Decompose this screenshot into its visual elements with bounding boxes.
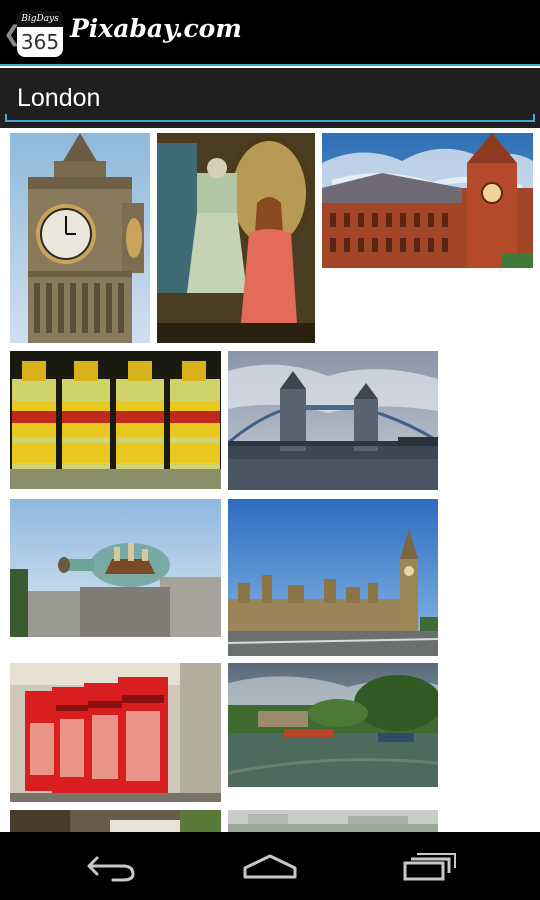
london-street-scene-photo — [10, 810, 221, 832]
red-telephone-boxes-photo — [10, 663, 221, 802]
app-icon-caption: BigDays — [17, 11, 63, 27]
image-thumb-ship-in-bottle[interactable] — [10, 499, 221, 637]
tower-bridge-photo — [228, 351, 438, 490]
app-logo-icon[interactable]: BigDays 365 — [17, 11, 63, 57]
image-thumb-gin-bottles[interactable] — [10, 351, 221, 489]
action-bar: ❮ BigDays 365 Pixabay.com — [0, 0, 540, 66]
canal-with-narrowboats-photo — [228, 663, 438, 787]
image-thumb-landscape[interactable] — [228, 810, 438, 832]
image-thumb-street[interactable] — [10, 810, 221, 832]
st-pancras-station-photo — [322, 133, 533, 268]
recent-apps-button[interactable] — [395, 846, 465, 886]
big-ben-clock-tower-photo — [10, 133, 150, 343]
blurred-landscape-photo — [228, 810, 438, 832]
search-bar — [0, 68, 540, 128]
back-icon — [87, 856, 135, 882]
gordons-gin-bottles-photo — [10, 351, 221, 489]
app-icon-number: 365 — [20, 30, 60, 54]
image-thumb-westminster[interactable] — [228, 499, 438, 656]
recent-apps-icon — [403, 853, 456, 881]
search-input[interactable] — [17, 80, 517, 116]
back-button[interactable] — [77, 846, 147, 886]
search-field[interactable] — [5, 74, 535, 122]
image-thumb-st-pancras[interactable] — [322, 133, 533, 268]
image-thumb-tower-bridge[interactable] — [228, 351, 438, 490]
palace-of-westminster-photo — [228, 499, 438, 656]
image-thumb-vintage-shop[interactable] — [157, 133, 315, 343]
navigation-bar — [0, 832, 540, 900]
vintage-shop-mannequins-photo — [157, 133, 315, 343]
image-thumb-canal[interactable] — [228, 663, 438, 787]
ship-in-bottle-sculpture-photo — [10, 499, 221, 637]
image-thumb-big-ben[interactable] — [10, 133, 150, 343]
image-grid — [0, 128, 540, 832]
image-thumb-phone-boxes[interactable] — [10, 663, 221, 802]
home-icon — [243, 854, 297, 879]
home-button[interactable] — [235, 846, 305, 886]
app-title: Pixabay.com — [70, 14, 242, 43]
